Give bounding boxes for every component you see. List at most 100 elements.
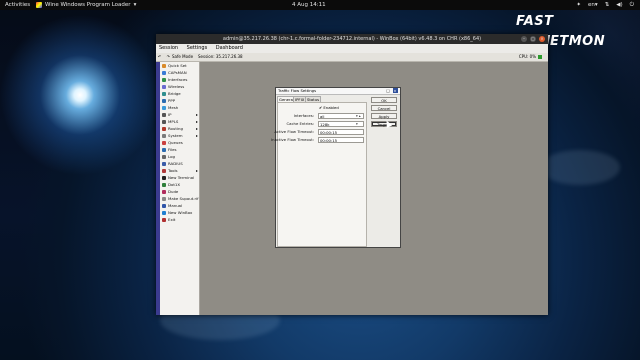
sidebar-item-manual[interactable]: Manual <box>160 202 199 209</box>
menu-bar: Session Settings Dashboard <box>156 44 548 53</box>
sidebar-item-wireless[interactable]: Wireless <box>160 83 199 90</box>
log-icon <box>162 154 166 159</box>
sidebar-item-label: Manual <box>168 203 183 208</box>
sidebar-item-label: Quick Set <box>168 63 187 68</box>
sidebar-item-quick-set[interactable]: Quick Set <box>160 62 199 69</box>
sidebar-item-make-supout-rif[interactable]: Make Supout.rif <box>160 195 199 202</box>
submenu-arrow-icon: ▸ <box>196 112 198 117</box>
sidebar-item-system[interactable]: System ▸ <box>160 132 199 139</box>
accessibility-icon[interactable]: ✦ <box>576 0 581 10</box>
sidebar-item-exit[interactable]: Exit <box>160 216 199 223</box>
sidebar-item-label: New Terminal <box>168 175 195 180</box>
interfaces-icon <box>162 77 166 82</box>
sidebar-item-dude[interactable]: Dude <box>160 188 199 195</box>
cache-entries-dropdown-arrow[interactable]: ▾ <box>356 121 358 127</box>
sidebar-item-tools[interactable]: Tools ▸ <box>160 167 199 174</box>
enabled-checkbox[interactable]: ✔ Enabled <box>319 105 339 111</box>
chevron-down-icon: ▾ <box>594 2 598 8</box>
sidebar-item-label: RADIUS <box>168 161 183 166</box>
tools-icon <box>162 168 166 173</box>
cancel-button[interactable]: Cancel <box>371 105 397 111</box>
minimize-button[interactable]: – <box>521 36 527 42</box>
maximize-button[interactable]: □ <box>530 36 536 42</box>
capsman-icon <box>162 70 166 75</box>
dialog-title-bar[interactable]: Traffic Flow Settings □ × <box>276 88 400 95</box>
apply-button[interactable]: Apply <box>371 113 397 119</box>
sidebar-item-label: System <box>168 133 183 138</box>
inactive-flow-timeout-label: Inactive Flow Timeout: <box>271 137 314 142</box>
menu-dashboard[interactable]: Dashboard <box>216 45 243 51</box>
sidebar-item-ip[interactable]: IP ▸ <box>160 111 199 118</box>
sidebar-item-bridge[interactable]: Bridge <box>160 90 199 97</box>
clock[interactable]: 4 Aug 14:11 <box>292 0 326 10</box>
sidebar-item-queues[interactable]: Queues <box>160 139 199 146</box>
active-flow-timeout-field[interactable]: 00:00:15 <box>318 129 364 135</box>
manual-icon <box>162 203 166 208</box>
dude-icon <box>162 189 166 194</box>
logo-line-2-text: ETMON <box>550 34 606 49</box>
sidebar-item-label: Dot1X <box>168 182 181 187</box>
language-indicator[interactable]: en▾ <box>588 0 598 10</box>
app-menu[interactable]: Wine Windows Program Loader ▾ <box>36 0 136 10</box>
window-title: admin@35.217.26.38 (chr-1.c.formal-folde… <box>222 36 482 42</box>
cpu-label: CPU: 0% <box>518 54 536 59</box>
maximize-icon[interactable]: □ <box>386 88 391 93</box>
menu-settings[interactable]: Settings <box>187 45 208 51</box>
make-supout-rif-icon <box>162 196 166 201</box>
checkmark-icon: ✔ <box>319 105 323 110</box>
sidebar-item-radius[interactable]: RADIUS <box>160 160 199 167</box>
window-title-bar[interactable]: admin@35.217.26.38 (chr-1.c.formal-folde… <box>156 34 548 44</box>
radius-icon <box>162 161 166 166</box>
queues-icon <box>162 140 166 145</box>
sidebar-item-label: Routing <box>168 126 183 131</box>
undo-redo-buttons[interactable]: ↶ ↷ <box>158 53 172 61</box>
submenu-arrow-icon: ▸ <box>196 119 198 124</box>
network-icon[interactable]: ⇅ <box>605 0 610 10</box>
mpls-icon <box>162 119 166 124</box>
menu-session[interactable]: Session <box>159 45 178 51</box>
sidebar-item-routing[interactable]: Routing ▸ <box>160 125 199 132</box>
activities-button[interactable]: Activities <box>5 0 30 10</box>
sidebar-item-new-winbox[interactable]: New WinBox <box>160 209 199 216</box>
sidebar-item-log[interactable]: Log <box>160 153 199 160</box>
cache-entries-label: Cache Entries: <box>286 121 314 126</box>
sidebar-item-label: New WinBox <box>168 210 193 215</box>
submenu-arrow-icon: ▸ <box>196 133 198 138</box>
dot1x-icon <box>162 182 166 187</box>
bridge-icon <box>162 91 166 96</box>
sidebar-item-label: Tools <box>168 168 178 173</box>
sidebar-item-label: Make Supout.rif <box>168 196 199 201</box>
window-controls: – □ × <box>521 36 545 42</box>
system-icon <box>162 133 166 138</box>
submenu-arrow-icon: ▸ <box>196 168 198 173</box>
sidebar-item-label: Interfaces <box>168 77 188 82</box>
sidebar-item-mpls[interactable]: MPLS ▸ <box>160 118 199 125</box>
ok-button[interactable]: OK <box>371 97 397 103</box>
sidebar-menu: Quick Set CAPsMAN Interfaces Wireless Bridge… <box>160 62 200 315</box>
close-button[interactable]: × <box>539 36 545 42</box>
sidebar-item-mesh[interactable]: Mesh <box>160 104 199 111</box>
interfaces-dropdown-arrows[interactable]: ▾ ▴ <box>356 113 361 119</box>
exit-icon <box>162 217 166 222</box>
new-terminal-icon <box>162 175 166 180</box>
system-tray[interactable]: ✦ en▾ ⇅ ◀) ⏻ <box>576 0 634 10</box>
language-label: en <box>588 2 595 8</box>
power-icon[interactable]: ⏻ <box>630 0 634 10</box>
safe-mode-button[interactable]: Safe Mode <box>172 53 193 61</box>
sidebar-item-label: Files <box>168 147 177 152</box>
sidebar-item-label: PPP <box>168 98 176 103</box>
cpu-indicator: CPU: 0% <box>519 53 542 61</box>
wireless-icon <box>162 84 166 89</box>
mesh-icon <box>162 105 166 110</box>
sidebar-item-dot1x[interactable]: Dot1X <box>160 181 199 188</box>
sidebar-item-capsman[interactable]: CAPsMAN <box>160 69 199 76</box>
sidebar-item-ppp[interactable]: PPP <box>160 97 199 104</box>
toolbar: ↶ ↷ Safe Mode Session: 35.217.26.38 CPU:… <box>156 53 548 62</box>
volume-icon[interactable]: ◀) <box>616 0 622 10</box>
sidebar-item-label: Mesh <box>168 105 179 110</box>
sidebar-item-interfaces[interactable]: Interfaces <box>160 76 199 83</box>
inactive-flow-timeout-field[interactable]: 00:00:15 <box>318 137 364 143</box>
close-icon[interactable]: × <box>393 88 398 93</box>
sidebar-item-new-terminal[interactable]: New Terminal <box>160 174 199 181</box>
sidebar-item-files[interactable]: Files <box>160 146 199 153</box>
